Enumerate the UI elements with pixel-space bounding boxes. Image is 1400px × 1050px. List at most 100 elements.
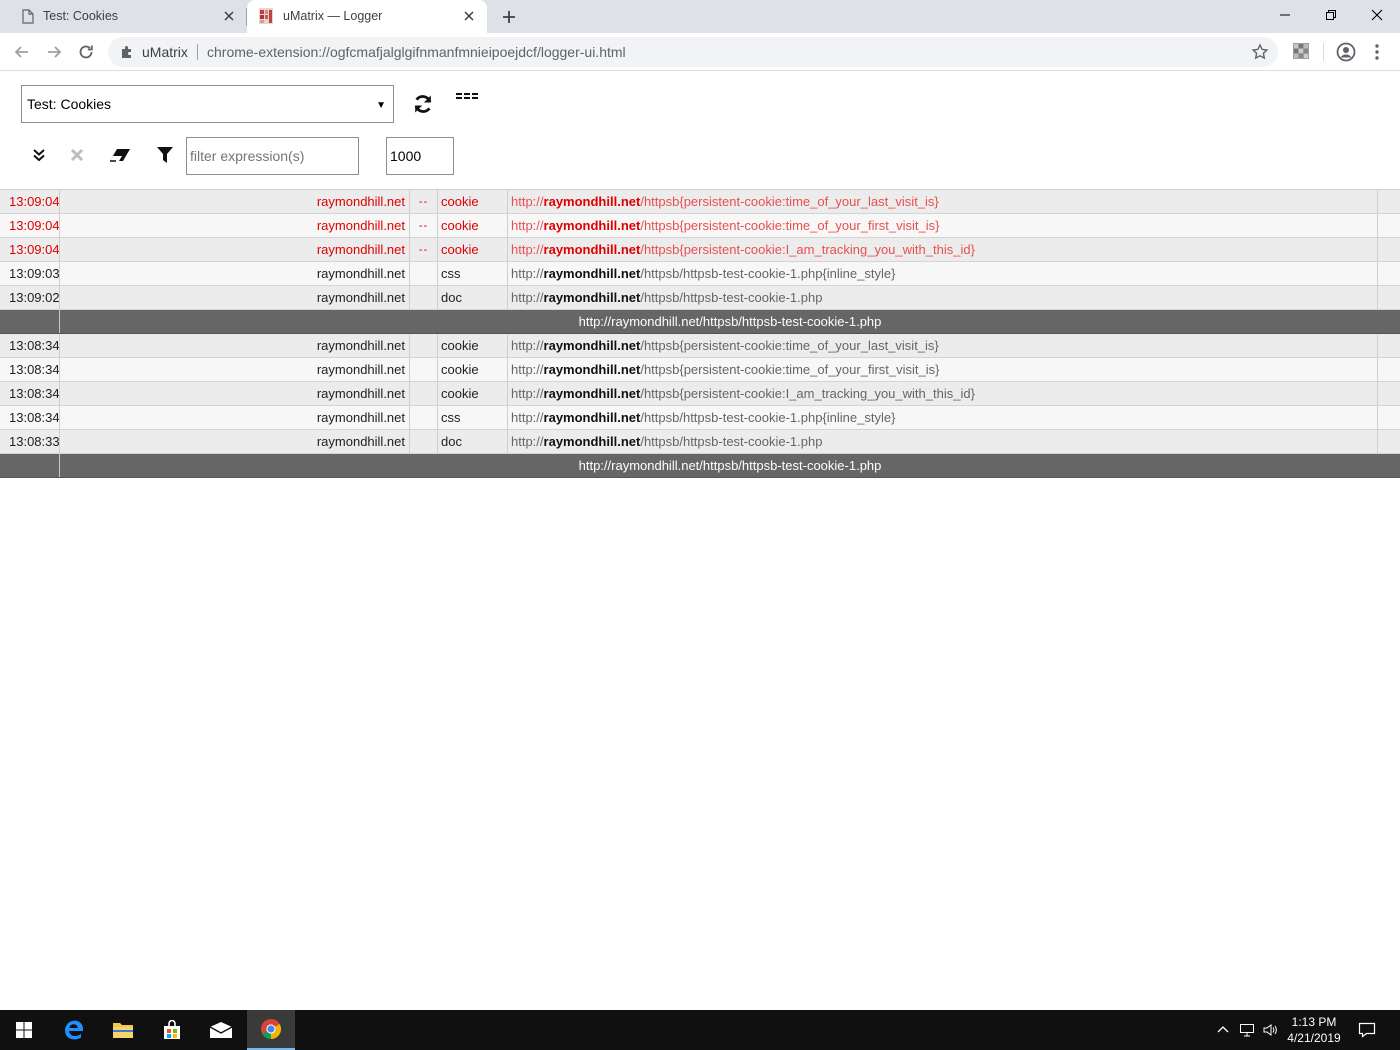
- url-scheme: http://: [511, 218, 544, 233]
- bookmark-star-icon[interactable]: [1251, 43, 1269, 61]
- doc-row-gutter: [0, 454, 60, 477]
- entry-time: 13:09:02: [0, 286, 60, 309]
- entry-url[interactable]: http://raymondhill.net/httpsb/httpsb-tes…: [508, 262, 1378, 285]
- chevron-double-down-icon[interactable]: [31, 147, 47, 163]
- taskbar-file-explorer[interactable]: [99, 1010, 147, 1050]
- entry-url[interactable]: http://raymondhill.net/httpsb/httpsb-tes…: [508, 430, 1378, 453]
- entry-blocked-flag: [410, 358, 438, 381]
- entry-url[interactable]: http://raymondhill.net/httpsb{persistent…: [508, 334, 1378, 357]
- entry-trailing-cell: [1378, 190, 1400, 213]
- chrome-logo-icon: [261, 1019, 282, 1040]
- entry-hostname: raymondhill.net: [60, 382, 410, 405]
- log-entry-row[interactable]: 13:08:33 raymondhill.net doc http://raymond…: [0, 430, 1400, 454]
- eraser-icon[interactable]: [108, 147, 132, 163]
- back-arrow-icon[interactable]: [12, 42, 32, 62]
- log-entry-row[interactable]: 13:09:02 raymondhill.net doc http://raymond…: [0, 286, 1400, 310]
- entry-time: 13:09:03: [0, 262, 60, 285]
- chevron-up-icon[interactable]: [1215, 1022, 1231, 1038]
- browser-toolbar: uMatrix chrome-extension://ogfcmafjalglg…: [0, 33, 1400, 71]
- url-scheme: http://: [511, 410, 544, 425]
- entry-url[interactable]: http://raymondhill.net/httpsb{persistent…: [508, 382, 1378, 405]
- log-entry-row[interactable]: 13:09:04 raymondhill.net -- cookie http://ra…: [0, 238, 1400, 262]
- forward-arrow-icon[interactable]: [44, 42, 64, 62]
- entry-hostname: raymondhill.net: [60, 334, 410, 357]
- url-path: /httpsb{persistent-cookie:time_of_your_f…: [640, 362, 940, 377]
- tab-selector-dropdown[interactable]: Test: Cookies ▼: [21, 85, 394, 123]
- close-icon[interactable]: [221, 8, 237, 24]
- url-text[interactable]: chrome-extension://ogfcmafjalglgifnmanfm…: [207, 44, 626, 60]
- log-entry-row[interactable]: 13:09:04 raymondhill.net -- cookie http://ra…: [0, 190, 1400, 214]
- browser-tab-test-cookies[interactable]: Test: Cookies: [0, 0, 247, 33]
- taskbar-edge[interactable]: [50, 1010, 98, 1050]
- entry-trailing-cell: [1378, 286, 1400, 309]
- entry-url[interactable]: http://raymondhill.net/httpsb/httpsb-tes…: [508, 406, 1378, 429]
- log-entry-row[interactable]: 13:08:34 raymondhill.net cookie http://raym…: [0, 358, 1400, 382]
- log-entry-row[interactable]: 13:08:34 raymondhill.net cookie http://raym…: [0, 382, 1400, 406]
- entry-url[interactable]: http://raymondhill.net/httpsb{persistent…: [508, 190, 1378, 213]
- filter-input[interactable]: [186, 137, 359, 175]
- tab-title: uMatrix — Logger: [283, 9, 383, 23]
- log-entry-row[interactable]: 13:09:03 raymondhill.net css http://raymond…: [0, 262, 1400, 286]
- entry-time: 13:09:04: [0, 214, 60, 237]
- restore-button[interactable]: [1308, 0, 1354, 30]
- refresh-icon[interactable]: [412, 93, 434, 115]
- filter-funnel-icon[interactable]: [156, 146, 174, 164]
- clock-time: 1:13 PM: [1291, 1015, 1337, 1029]
- doc-row-gutter: [0, 310, 60, 333]
- url-host: raymondhill.net: [543, 290, 641, 305]
- entry-blocked-flag: --: [410, 238, 438, 261]
- entry-url[interactable]: http://raymondhill.net/httpsb/httpsb-tes…: [508, 286, 1378, 309]
- browser-tab-umatrix-logger[interactable]: uMatrix — Logger: [247, 0, 487, 33]
- taskbar-store[interactable]: [148, 1010, 196, 1050]
- log-entry-row[interactable]: 13:09:04 raymondhill.net -- cookie http://ra…: [0, 214, 1400, 238]
- entry-url[interactable]: http://raymondhill.net/httpsb{persistent…: [508, 358, 1378, 381]
- window-close-button[interactable]: [1354, 0, 1400, 30]
- taskbar-chrome[interactable]: [247, 1010, 295, 1050]
- url-path: /httpsb/httpsb-test-cookie-1.php: [640, 434, 823, 449]
- entry-blocked-flag: [410, 430, 438, 453]
- minimize-icon: [1280, 14, 1290, 16]
- log-entry-row[interactable]: 13:08:34 raymondhill.net css http://raymond…: [0, 406, 1400, 430]
- close-icon[interactable]: [461, 8, 477, 24]
- url-path: /httpsb{persistent-cookie:I_am_tracking_…: [640, 386, 975, 401]
- url-scheme: http://: [511, 290, 544, 305]
- entry-url[interactable]: http://raymondhill.net/httpsb{persistent…: [508, 214, 1378, 237]
- network-icon[interactable]: [1239, 1022, 1255, 1038]
- entry-trailing-cell: [1378, 382, 1400, 405]
- address-bar[interactable]: uMatrix chrome-extension://ogfcmafjalglg…: [108, 37, 1278, 67]
- site-name: uMatrix: [142, 44, 188, 60]
- taskbar-clock[interactable]: 1:13 PM 4/21/2019: [1276, 1014, 1352, 1046]
- umatrix-extension-icon[interactable]: [1293, 43, 1309, 59]
- clock-date: 4/21/2019: [1287, 1031, 1341, 1045]
- action-center-icon[interactable]: [1358, 1021, 1376, 1039]
- entry-request-type: cookie: [438, 358, 508, 381]
- entry-blocked-flag: --: [410, 214, 438, 237]
- entry-url[interactable]: http://raymondhill.net/httpsb{persistent…: [508, 238, 1378, 261]
- max-entries-input[interactable]: [386, 137, 454, 175]
- minimize-button[interactable]: [1262, 0, 1308, 30]
- omnibox-divider: [197, 44, 198, 60]
- reload-icon[interactable]: [76, 42, 96, 62]
- start-button[interactable]: [0, 1010, 48, 1050]
- entry-trailing-cell: [1378, 334, 1400, 357]
- document-url: http://raymondhill.net/httpsb/httpsb-tes…: [578, 314, 882, 329]
- entry-trailing-cell: [1378, 358, 1400, 381]
- entry-request-type: doc: [438, 286, 508, 309]
- document-separator-row: http://raymondhill.net/httpsb/httpsb-tes…: [0, 310, 1400, 334]
- new-tab-icon[interactable]: [499, 7, 519, 27]
- url-host: raymondhill.net: [543, 218, 641, 233]
- log-entry-row[interactable]: 13:08:34 raymondhill.net cookie http://raym…: [0, 334, 1400, 358]
- kebab-menu-icon[interactable]: [1372, 43, 1382, 61]
- column-toggle-icon[interactable]: [456, 92, 478, 104]
- entry-request-type: cookie: [438, 334, 508, 357]
- entry-trailing-cell: [1378, 238, 1400, 261]
- taskbar-mail[interactable]: [197, 1010, 245, 1050]
- profile-avatar-icon[interactable]: [1336, 42, 1356, 62]
- url-scheme: http://: [511, 338, 544, 353]
- clear-x-icon[interactable]: [69, 147, 85, 163]
- windows-taskbar: 1:13 PM 4/21/2019: [0, 1010, 1400, 1050]
- entry-blocked-flag: [410, 382, 438, 405]
- entry-hostname: raymondhill.net: [60, 214, 410, 237]
- url-path: /httpsb{persistent-cookie:time_of_your_l…: [640, 338, 939, 353]
- extension-puzzle-icon: [122, 46, 131, 58]
